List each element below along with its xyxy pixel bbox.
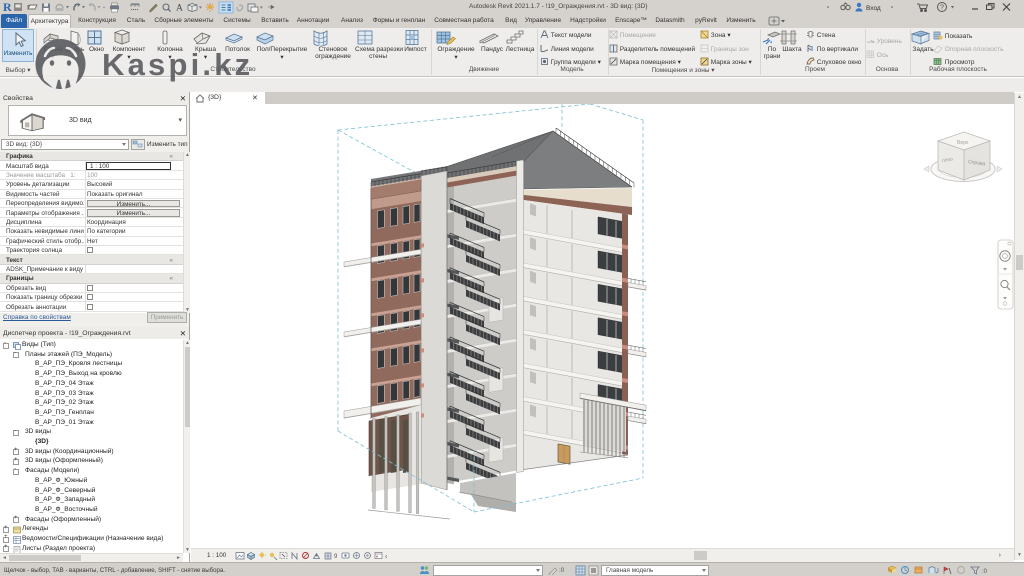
svg-text:?: ? bbox=[940, 5, 944, 12]
svg-text:‹: ‹ bbox=[385, 553, 388, 560]
svg-text:R: R bbox=[3, 0, 12, 14]
svg-text:Вход: Вход bbox=[866, 5, 881, 12]
svg-text:Верх: Верх bbox=[957, 140, 969, 146]
svg-text::0: :0 bbox=[982, 569, 988, 575]
svg-text:9: 9 bbox=[334, 554, 338, 560]
svg-text:A: A bbox=[176, 4, 183, 14]
